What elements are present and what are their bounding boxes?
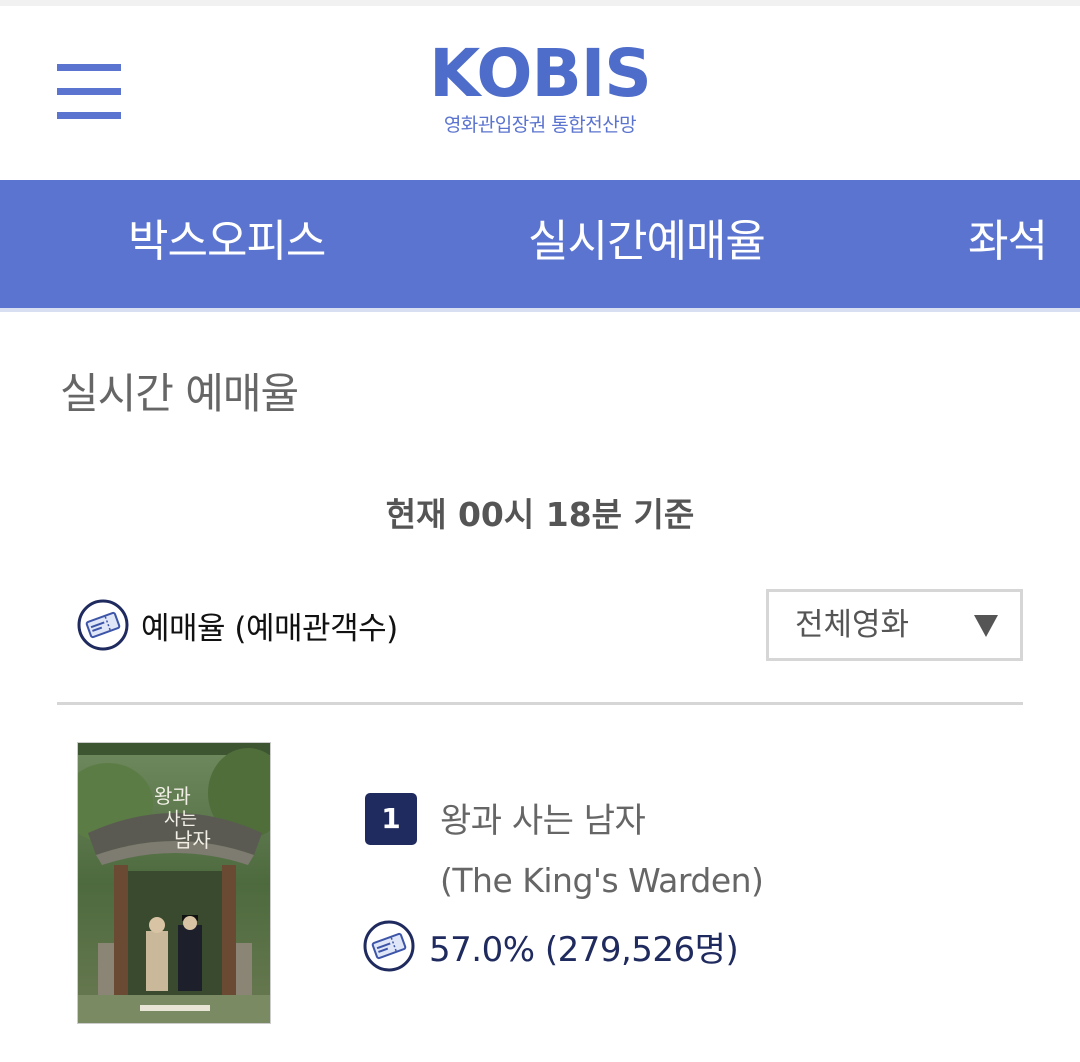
ticket-icon bbox=[363, 920, 415, 972]
movie-title-english: (The King's Warden) bbox=[440, 861, 764, 900]
nav-divider bbox=[0, 308, 1080, 312]
header: KOBIS 영화관입장권 통합전산망 bbox=[0, 6, 1080, 180]
rank-badge: 1 bbox=[365, 793, 417, 845]
timestamp: 현재 00시 18분 기준 bbox=[385, 495, 695, 534]
dropdown-arrow-icon bbox=[974, 615, 998, 637]
movie-filter-select[interactable]: 전체영화 bbox=[766, 589, 1023, 661]
svg-text:사는: 사는 bbox=[164, 809, 197, 830]
legend-label: 예매율 (예매관객수) bbox=[141, 610, 398, 647]
poster-image: 왕과 사는 남자 bbox=[78, 743, 270, 1023]
logo-wordmark: KOBIS bbox=[429, 35, 652, 112]
divider bbox=[57, 702, 1023, 705]
kobis-logo[interactable]: KOBIS 영화관입장권 통합전산망 bbox=[410, 36, 670, 138]
svg-text:왕과: 왕과 bbox=[154, 784, 191, 808]
ticket-icon bbox=[77, 599, 129, 651]
booking-rate-value: 57.0% (279,526명) bbox=[429, 929, 739, 970]
svg-text:남자: 남자 bbox=[174, 828, 211, 852]
tab-realtime-booking-rate[interactable]: 실시간예매율 bbox=[528, 180, 766, 308]
booking-rate: 57.0% (279,526명) bbox=[363, 918, 739, 974]
legend: 예매율 (예매관객수) bbox=[77, 598, 398, 652]
hamburger-menu-icon[interactable] bbox=[57, 64, 121, 120]
page-title: 실시간 예매율 bbox=[60, 369, 299, 418]
movie-title[interactable]: 왕과 사는 남자 bbox=[440, 798, 646, 844]
filter-selected-value: 전체영화 bbox=[795, 607, 910, 643]
logo-subtitle: 영화관입장권 통합전산망 bbox=[443, 114, 637, 136]
tab-box-office[interactable]: 박스오피스 bbox=[128, 180, 326, 308]
main-nav: 박스오피스 실시간예매율 좌석 bbox=[0, 180, 1080, 308]
movie-poster[interactable]: 왕과 사는 남자 bbox=[77, 742, 271, 1024]
tab-seats[interactable]: 좌석 bbox=[968, 180, 1048, 308]
